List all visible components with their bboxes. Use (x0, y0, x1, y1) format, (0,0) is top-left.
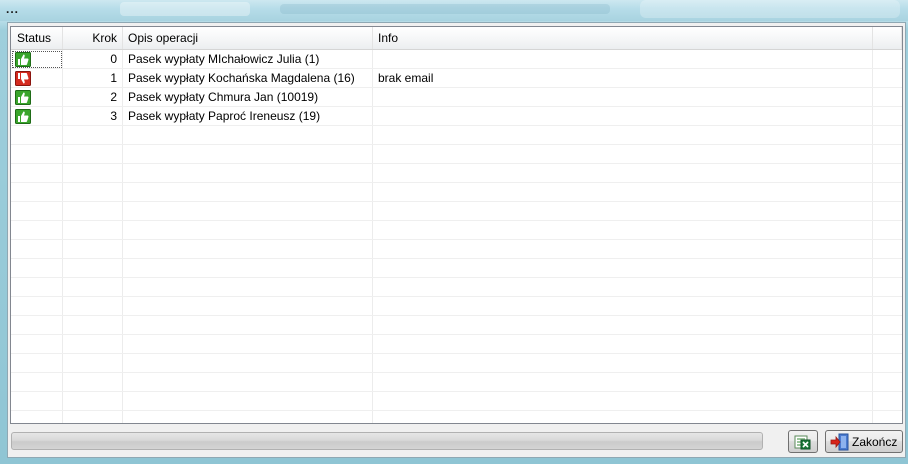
close-button-label: Zakończ (852, 435, 898, 449)
grid-row-line (11, 239, 902, 240)
krok-cell[interactable]: 3 (63, 107, 123, 126)
info-cell[interactable]: brak email (373, 69, 873, 88)
grid-row-line (11, 144, 902, 145)
progress-bar (11, 432, 763, 450)
column-header-info[interactable]: Info (373, 27, 873, 49)
grid-row-line (11, 315, 902, 316)
excel-export-icon (794, 435, 811, 450)
column-header-status[interactable]: Status (11, 27, 63, 49)
opis-cell[interactable]: Pasek wypłaty MIchałowicz Julia (1) (123, 50, 373, 69)
krok-cell[interactable]: 1 (63, 69, 123, 88)
grid-row-line (11, 201, 902, 202)
column-header-krok[interactable]: Krok (63, 27, 123, 49)
thumbs-up-icon (15, 52, 31, 67)
window-title: ... (6, 2, 20, 16)
close-button[interactable]: Zakończ (825, 430, 903, 453)
table-row[interactable]: 2 Pasek wypłaty Chmura Jan (10019) (11, 88, 902, 107)
dialog-body: Status Krok Opis operacji Info 0 Pasek wy… (7, 22, 906, 458)
opis-cell[interactable]: Pasek wypłaty Kochańska Magdalena (16) (123, 69, 373, 88)
info-cell[interactable] (373, 50, 873, 69)
export-excel-button[interactable] (788, 430, 818, 453)
column-header-opis[interactable]: Opis operacji (123, 27, 373, 49)
grid-row-line (11, 296, 902, 297)
grid-row-line (11, 258, 902, 259)
status-cell[interactable] (11, 88, 63, 107)
footer-bar: Zakończ (8, 427, 905, 457)
window: ... Status Krok Opis operacji Info 0 Pase… (0, 0, 908, 464)
grid-row-line (11, 353, 902, 354)
thumbs-up-icon (15, 90, 31, 105)
status-cell[interactable] (11, 50, 63, 69)
opis-cell[interactable]: Pasek wypłaty Chmura Jan (10019) (123, 88, 373, 107)
status-cell[interactable] (11, 107, 63, 126)
grid-row-line (11, 410, 902, 411)
grid-row-line (11, 163, 902, 164)
table-row[interactable]: 3 Pasek wypłaty Paproć Ireneusz (19) (11, 107, 902, 126)
status-cell[interactable] (11, 69, 63, 88)
grid-row-line (11, 372, 902, 373)
grid-row-line (11, 334, 902, 335)
thumbs-down-icon (15, 71, 31, 86)
grid-row-line (11, 220, 902, 221)
info-cell[interactable] (373, 107, 873, 126)
grid-row-line (11, 277, 902, 278)
grid-row-line (11, 182, 902, 183)
grid-row-line (11, 391, 902, 392)
grid-body: 0 Pasek wypłaty MIchałowicz Julia (1) 1 Pas… (11, 50, 902, 423)
info-cell[interactable] (373, 88, 873, 107)
exit-door-icon (830, 433, 849, 451)
krok-cell[interactable]: 2 (63, 88, 123, 107)
krok-cell[interactable]: 0 (63, 50, 123, 69)
table-row[interactable]: 0 Pasek wypłaty MIchałowicz Julia (1) (11, 50, 902, 69)
thumbs-up-icon (15, 109, 31, 124)
operations-grid[interactable]: Status Krok Opis operacji Info 0 Pasek wy… (10, 26, 903, 424)
opis-cell[interactable]: Pasek wypłaty Paproć Ireneusz (19) (123, 107, 373, 126)
table-row[interactable]: 1 Pasek wypłaty Kochańska Magdalena (16) b… (11, 69, 902, 88)
grid-header: Status Krok Opis operacji Info (11, 27, 902, 50)
title-bar: ... (0, 0, 908, 21)
column-header-filler (873, 27, 902, 49)
